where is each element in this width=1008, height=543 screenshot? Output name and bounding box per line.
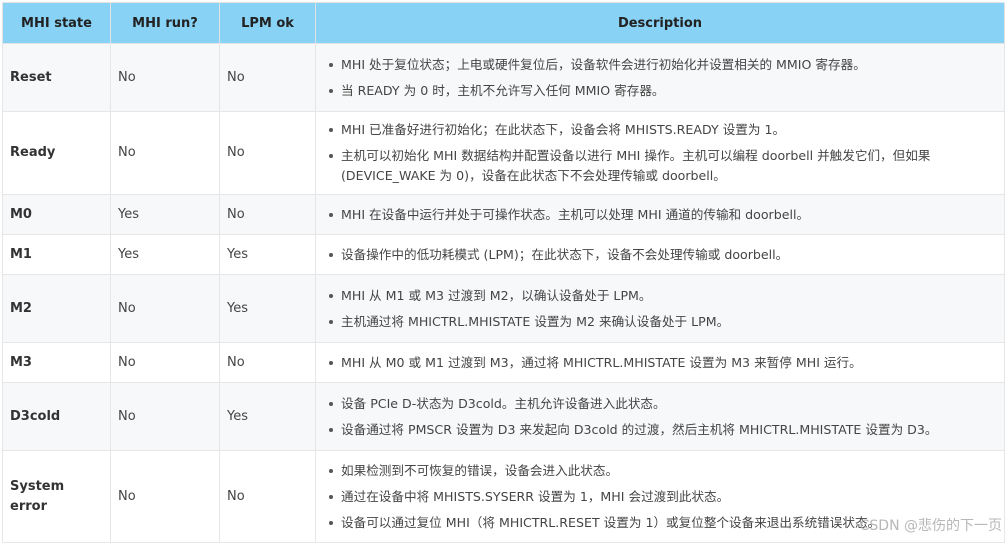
description-list: MHI 处于复位状态；上电或硬件复位后，设备软件会进行初始化并设置相关的 MMI… (323, 47, 997, 109)
mhi-run-cell: Yes (110, 194, 220, 235)
description-cell: MHI 在设备中运行并处于可操作状态。主机可以处理 MHI 通道的传输和 doo… (315, 194, 1005, 235)
description-item: 设备通过将 PMSCR 设置为 D3 来发起向 D3cold 的过渡，然后主机将… (329, 417, 997, 443)
mhi-state-table: MHI state MHI run? LPM ok Description Re… (2, 2, 1005, 543)
description-cell: MHI 已准备好进行初始化；在此状态下，设备会将 MHISTS.READY 设置… (315, 111, 1005, 195)
table-row: Reset No No MHI 处于复位状态；上电或硬件复位后，设备软件会进行初始化并… (2, 43, 1005, 112)
table-body: Reset No No MHI 处于复位状态；上电或硬件复位后，设备软件会进行初始化并… (2, 43, 1005, 543)
mhi-run-cell: Yes (110, 234, 220, 275)
watermark: CSDN @悲伤的下一页 (859, 518, 1002, 534)
table-header-row: MHI state MHI run? LPM ok Description (2, 2, 1005, 44)
description-item: 如果检测到不可恢复的错误，设备会进入此状态。 (329, 458, 997, 484)
mhi-run-cell: No (110, 111, 220, 195)
mhi-run-cell: No (110, 342, 220, 383)
description-cell: MHI 从 M1 或 M3 过渡到 M2，以确认设备处于 LPM。 主机通过将 M… (315, 274, 1005, 343)
description-cell: MHI 从 M0 或 M1 过渡到 M3，通过将 MHICTRL.MHISTAT… (315, 342, 1005, 383)
mhi-run-cell: No (110, 382, 220, 451)
state-cell: System error (2, 450, 111, 543)
table-row: M0 Yes No MHI 在设备中运行并处于可操作状态。主机可以处理 MHI 通道的… (2, 194, 1005, 235)
header-mhi-run: MHI run? (110, 2, 220, 44)
header-description: Description (315, 2, 1005, 44)
mhi-run-cell: No (110, 43, 220, 112)
description-cell: 设备 PCIe D-状态为 D3cold。主机允许设备进入此状态。 设备通过将 P… (315, 382, 1005, 451)
description-item: 当 READY 为 0 时，主机不允许写入任何 MMIO 寄存器。 (329, 78, 997, 104)
description-item: MHI 从 M0 或 M1 过渡到 M3，通过将 MHICTRL.MHISTAT… (329, 350, 997, 376)
description-item: 设备操作中的低功耗模式 (LPM)；在此状态下，设备不会处理传输或 doorbe… (329, 242, 997, 268)
table-row: M1 Yes Yes 设备操作中的低功耗模式 (LPM)；在此状态下，设备不会处理传输… (2, 234, 1005, 275)
table-row: System error No No 如果检测到不可恢复的错误，设备会进入此状态。 通过… (2, 450, 1005, 543)
header-mhi-state: MHI state (2, 2, 111, 44)
description-item: 主机可以初始化 MHI 数据结构并配置设备以进行 MHI 操作。主机可以编程 d… (329, 143, 997, 189)
description-item: 主机通过将 MHICTRL.MHISTATE 设置为 M2 来确认设备处于 LP… (329, 309, 997, 335)
description-list: MHI 从 M0 或 M1 过渡到 M3，通过将 MHICTRL.MHISTAT… (323, 345, 997, 381)
table-row: M3 No No MHI 从 M0 或 M1 过渡到 M3，通过将 MHICTRL.M… (2, 342, 1005, 383)
header-lpm-ok: LPM ok (219, 2, 316, 44)
state-cell: M3 (2, 342, 111, 383)
description-item: MHI 从 M1 或 M3 过渡到 M2，以确认设备处于 LPM。 (329, 283, 997, 309)
lpm-ok-cell: Yes (219, 234, 316, 275)
state-cell: M1 (2, 234, 111, 275)
lpm-ok-cell: No (219, 111, 316, 195)
description-item: MHI 处于复位状态；上电或硬件复位后，设备软件会进行初始化并设置相关的 MMI… (329, 52, 997, 78)
description-item: MHI 已准备好进行初始化；在此状态下，设备会将 MHISTS.READY 设置… (329, 117, 997, 143)
mhi-run-cell: No (110, 274, 220, 343)
state-cell: M0 (2, 194, 111, 235)
state-cell: Ready (2, 111, 111, 195)
description-list: 设备 PCIe D-状态为 D3cold。主机允许设备进入此状态。 设备通过将 P… (323, 386, 997, 448)
lpm-ok-cell: No (219, 450, 316, 543)
mhi-run-cell: No (110, 450, 220, 543)
lpm-ok-cell: No (219, 194, 316, 235)
description-cell: MHI 处于复位状态；上电或硬件复位后，设备软件会进行初始化并设置相关的 MMI… (315, 43, 1005, 112)
lpm-ok-cell: Yes (219, 382, 316, 451)
description-item: 通过在设备中将 MHISTS.SYSERR 设置为 1，MHI 会过渡到此状态。 (329, 484, 997, 510)
state-cell: D3cold (2, 382, 111, 451)
table-row: Ready No No MHI 已准备好进行初始化；在此状态下，设备会将 MHISTS… (2, 111, 1005, 195)
table-row: D3cold No Yes 设备 PCIe D-状态为 D3cold。主机允许设备进入… (2, 382, 1005, 451)
table-row: M2 No Yes MHI 从 M1 或 M3 过渡到 M2，以确认设备处于 LPM。… (2, 274, 1005, 343)
description-list: MHI 从 M1 或 M3 过渡到 M2，以确认设备处于 LPM。 主机通过将 M… (323, 278, 997, 340)
description-item: 设备 PCIe D-状态为 D3cold。主机允许设备进入此状态。 (329, 391, 997, 417)
description-cell: 设备操作中的低功耗模式 (LPM)；在此状态下，设备不会处理传输或 doorbe… (315, 234, 1005, 275)
lpm-ok-cell: No (219, 43, 316, 112)
description-list: MHI 在设备中运行并处于可操作状态。主机可以处理 MHI 通道的传输和 doo… (323, 197, 997, 233)
lpm-ok-cell: No (219, 342, 316, 383)
lpm-ok-cell: Yes (219, 274, 316, 343)
description-list: 设备操作中的低功耗模式 (LPM)；在此状态下，设备不会处理传输或 doorbe… (323, 237, 997, 273)
description-list: MHI 已准备好进行初始化；在此状态下，设备会将 MHISTS.READY 设置… (323, 112, 997, 194)
description-item: MHI 在设备中运行并处于可操作状态。主机可以处理 MHI 通道的传输和 doo… (329, 202, 997, 228)
state-cell: Reset (2, 43, 111, 112)
state-cell: M2 (2, 274, 111, 343)
